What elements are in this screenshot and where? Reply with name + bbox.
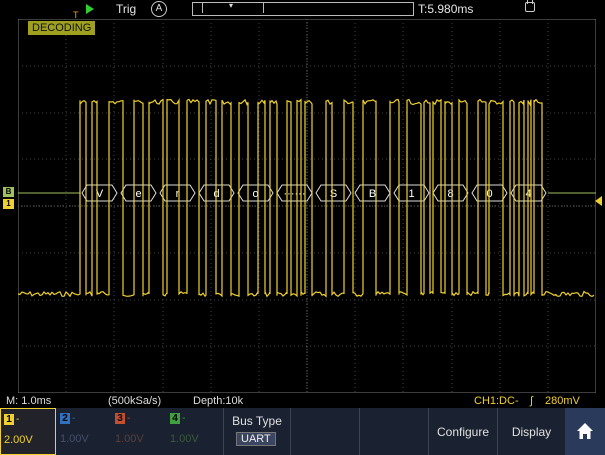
memory-position-bar: ▾ [192, 1, 414, 16]
time-offset: T:5.980ms [418, 2, 474, 16]
ch2-button[interactable]: 2- 1.00V [57, 408, 111, 453]
trigger-label: Trig [116, 2, 137, 16]
status-bar: M: 1.0ms (500kSa/s) Depth:10k CH1:DC- ∫ … [0, 395, 605, 407]
ch1-badge: 1 [4, 414, 14, 425]
ch3-label: - [127, 413, 131, 424]
decode-symbol: B [369, 188, 376, 200]
display-label: Display [511, 425, 552, 439]
bus-type-label: Bus Type [232, 414, 282, 428]
timebase: M: 1.0ms [6, 395, 52, 407]
ch2-volt: 1.00V [60, 433, 89, 445]
ch4-button[interactable]: 4- 1.00V [167, 408, 221, 453]
ch1-label: - [16, 414, 20, 425]
ch2-label: - [72, 413, 76, 424]
configure-label: Configure [436, 425, 490, 439]
trigger-info: CH1:DC- [474, 395, 519, 407]
ch1-marker[interactable]: 1 [3, 199, 14, 209]
ch1-button[interactable]: 1- 2.00V [0, 408, 56, 455]
ch4-badge: 4 [170, 413, 180, 424]
ch3-badge: 3 [115, 413, 125, 424]
display-menu[interactable]: Display [497, 408, 565, 455]
trigger-level-marker-icon[interactable] [595, 196, 602, 206]
menu-slot-empty-1[interactable] [290, 408, 359, 455]
ch2-badge: 2 [60, 413, 70, 424]
ch3-button[interactable]: 3- 1.00V [112, 408, 166, 453]
ch4-label: - [182, 413, 186, 424]
ch3-volt: 1.00V [115, 433, 144, 445]
run-state-icon[interactable] [86, 4, 94, 14]
acquire-mode-icon: A [151, 1, 167, 17]
decode-symbol: 8 [447, 188, 453, 200]
bus-marker[interactable]: B [3, 187, 14, 197]
decoding-badge: DECODING [28, 21, 96, 35]
home-button[interactable] [565, 408, 605, 455]
ch4-volt: 1.00V [170, 433, 199, 445]
decode-symbol: e [135, 188, 141, 200]
bus-type-menu[interactable]: Bus Type UART [223, 408, 290, 455]
lock-icon [525, 0, 535, 12]
home-icon [577, 423, 593, 439]
bus-type-value: UART [236, 432, 276, 446]
sample-rate: (500kSa/s) [108, 395, 162, 407]
memory-depth: Depth:10k [193, 395, 244, 407]
waveform-screen: Ve r d o ······ S B 1 8 0 4 [18, 19, 596, 393]
top-bar: Trig A ▾ T:5.980ms [0, 0, 605, 19]
ch1-volt: 2.00V [4, 434, 33, 446]
memory-trigger-marker-icon: ▾ [229, 1, 234, 10]
decode-symbol: 1 [408, 188, 414, 200]
menu-slot-empty-2[interactable] [359, 408, 428, 455]
trigger-level: 280mV [545, 395, 580, 407]
configure-menu[interactable]: Configure [428, 408, 497, 455]
decode-symbol: S [330, 188, 337, 200]
trigger-edge-icon: ∫ [530, 395, 534, 407]
